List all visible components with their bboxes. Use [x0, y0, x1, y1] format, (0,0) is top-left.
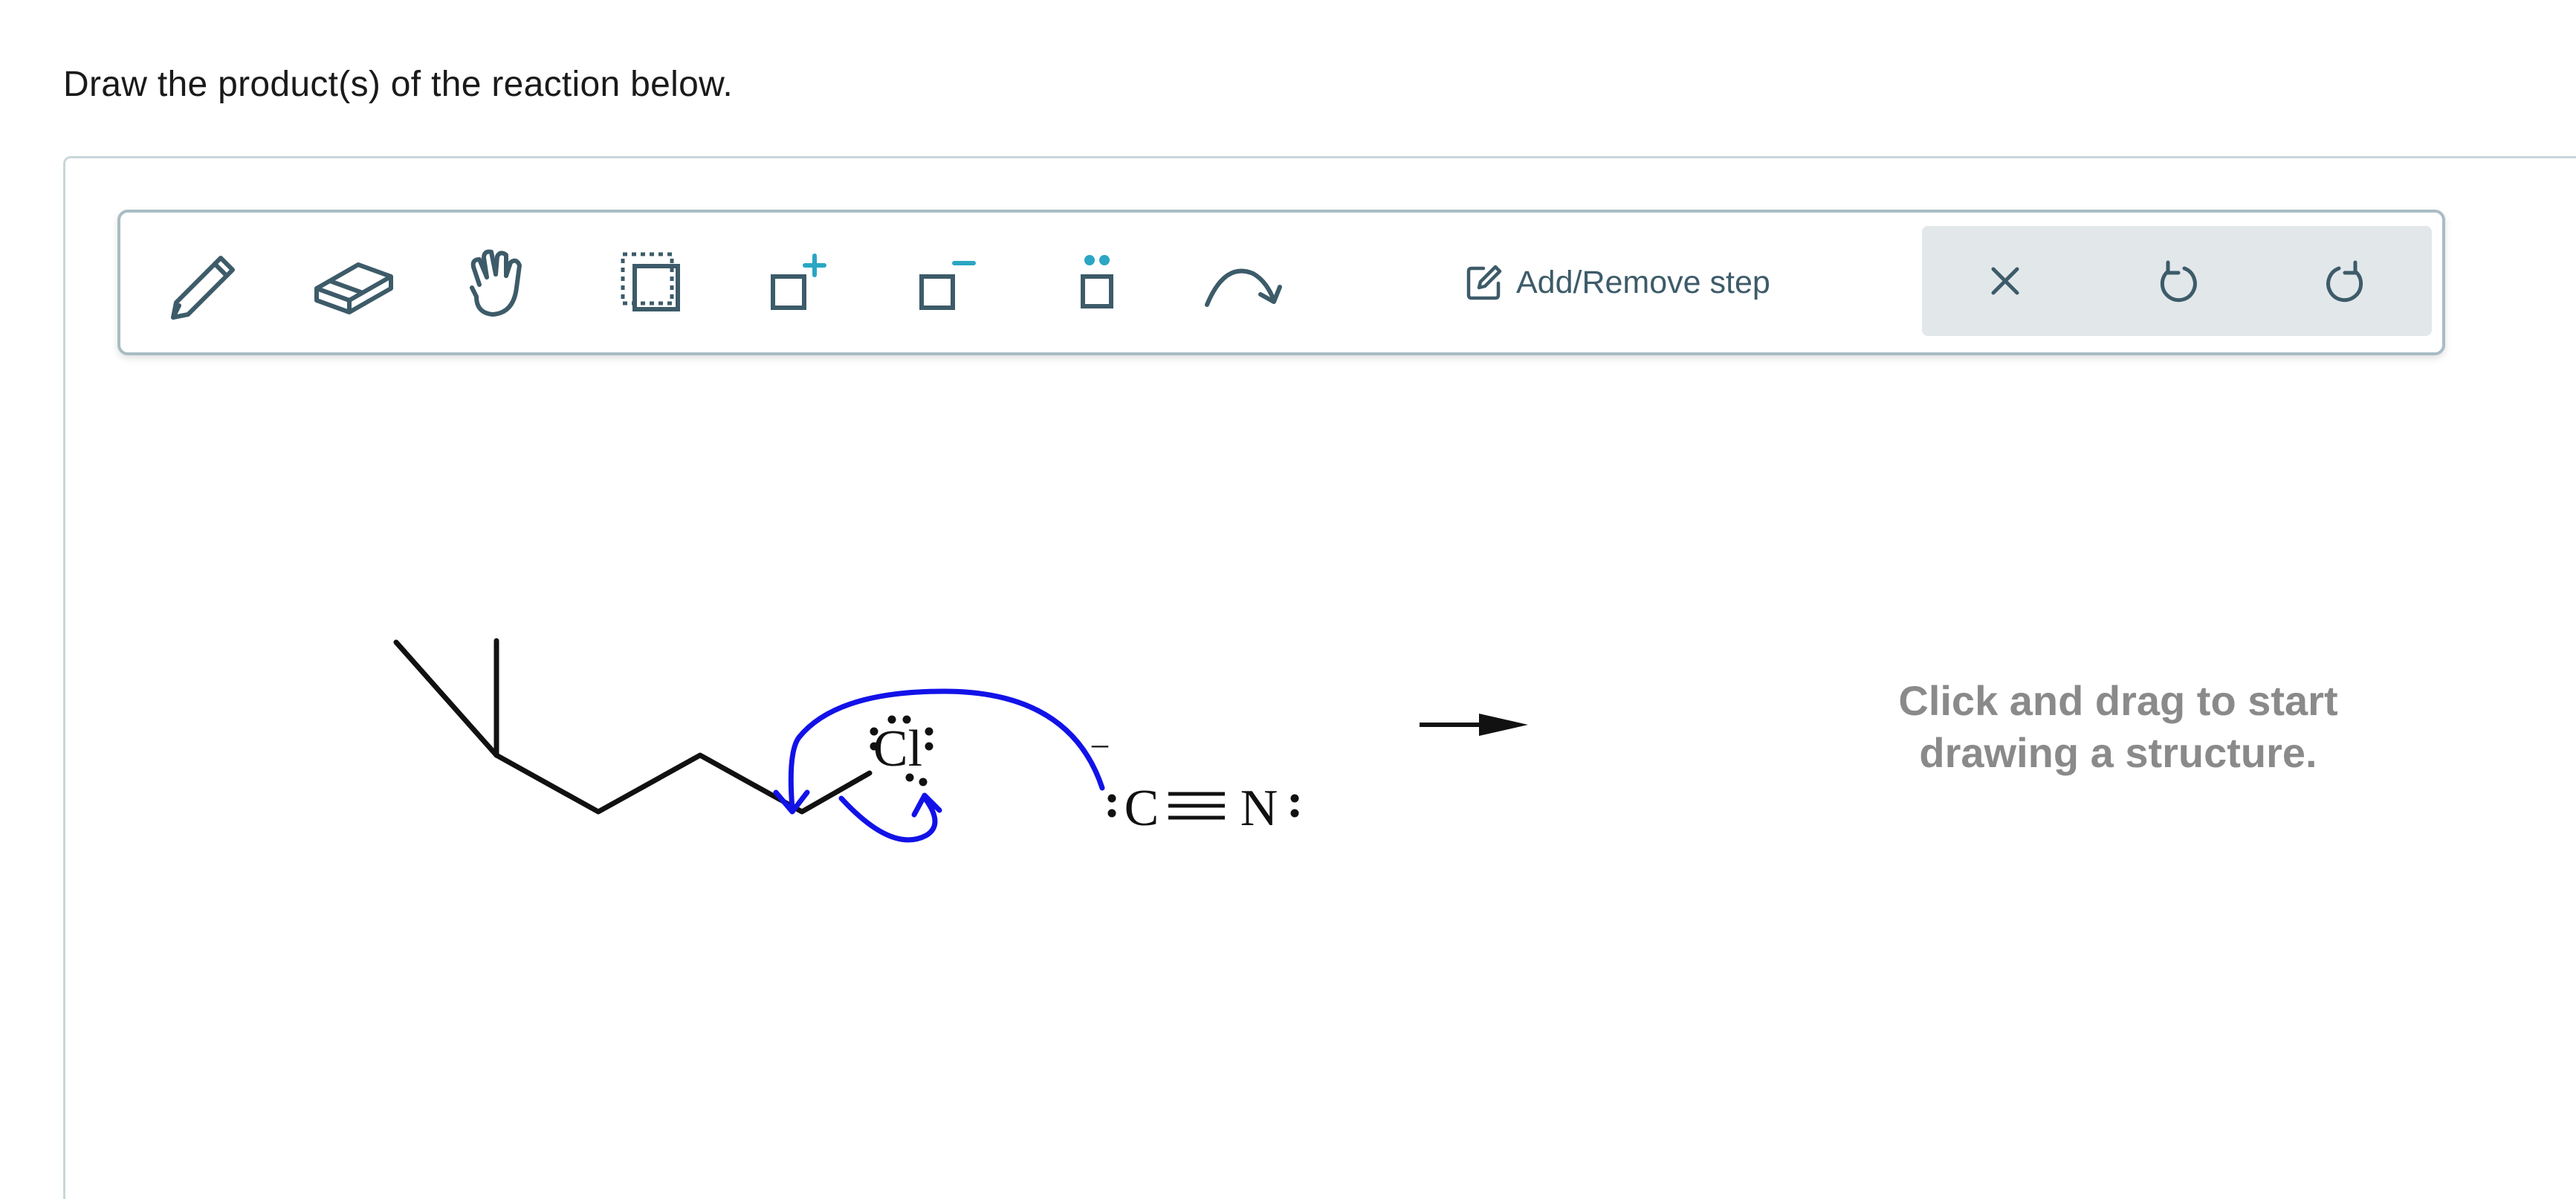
- hint-line-2: drawing a structure.: [1919, 729, 2317, 776]
- cyanide-nucleophile: – C N: [1091, 725, 1299, 837]
- cyanide-carbon: C: [1124, 780, 1159, 837]
- drawing-area-hint[interactable]: Click and drag to start drawing a struct…: [1799, 675, 2438, 779]
- eraser-tool[interactable]: [309, 238, 398, 327]
- redo-button[interactable]: [2302, 236, 2392, 326]
- drawing-toolbar: Add/Remove step: [117, 210, 2445, 355]
- leaving-group-cl: Cl: [873, 720, 922, 778]
- reaction-arrow: [1420, 714, 1528, 736]
- decrease-charge-tool[interactable]: [902, 238, 991, 327]
- edit-icon: [1466, 265, 1502, 300]
- eraser-icon: [314, 262, 393, 314]
- cyanide-charge: –: [1091, 725, 1109, 762]
- undo-icon: [2160, 260, 2197, 303]
- alkyl-chloride-skeleton: [393, 638, 873, 815]
- hand-icon: [470, 249, 522, 317]
- question-prompt: Draw the product(s) of the reaction belo…: [63, 65, 734, 104]
- close-icon: [1991, 267, 2019, 295]
- hand-tool[interactable]: [453, 238, 543, 327]
- arrow-tool[interactable]: [1198, 238, 1287, 327]
- mechanism-arrows: [773, 688, 1105, 843]
- lone-pair-icon: [1081, 255, 1113, 308]
- pencil-tool[interactable]: [159, 238, 248, 327]
- charge-plus-icon: [771, 253, 826, 310]
- increase-charge-tool[interactable]: [754, 238, 843, 327]
- redo-icon: [2326, 260, 2363, 303]
- lone-pair-tool[interactable]: [1052, 238, 1142, 327]
- undo-button[interactable]: [2132, 236, 2221, 326]
- charge-minus-icon: [919, 261, 976, 310]
- clear-button[interactable]: [1961, 236, 2050, 326]
- selection-icon: [621, 252, 680, 311]
- history-controls: [1922, 226, 2432, 336]
- hint-line-1: Click and drag to start: [1898, 677, 2338, 724]
- add-remove-step-label: Add/Remove step: [1516, 264, 1770, 300]
- add-remove-step-button[interactable]: Add/Remove step: [1466, 256, 1770, 309]
- cyanide-nitrogen: N: [1240, 780, 1278, 837]
- select-tool[interactable]: [606, 238, 696, 327]
- curved-arrow-icon: [1205, 268, 1282, 307]
- reaction-scheme: Cl – C N: [393, 638, 1528, 843]
- pencil-icon: [171, 256, 235, 320]
